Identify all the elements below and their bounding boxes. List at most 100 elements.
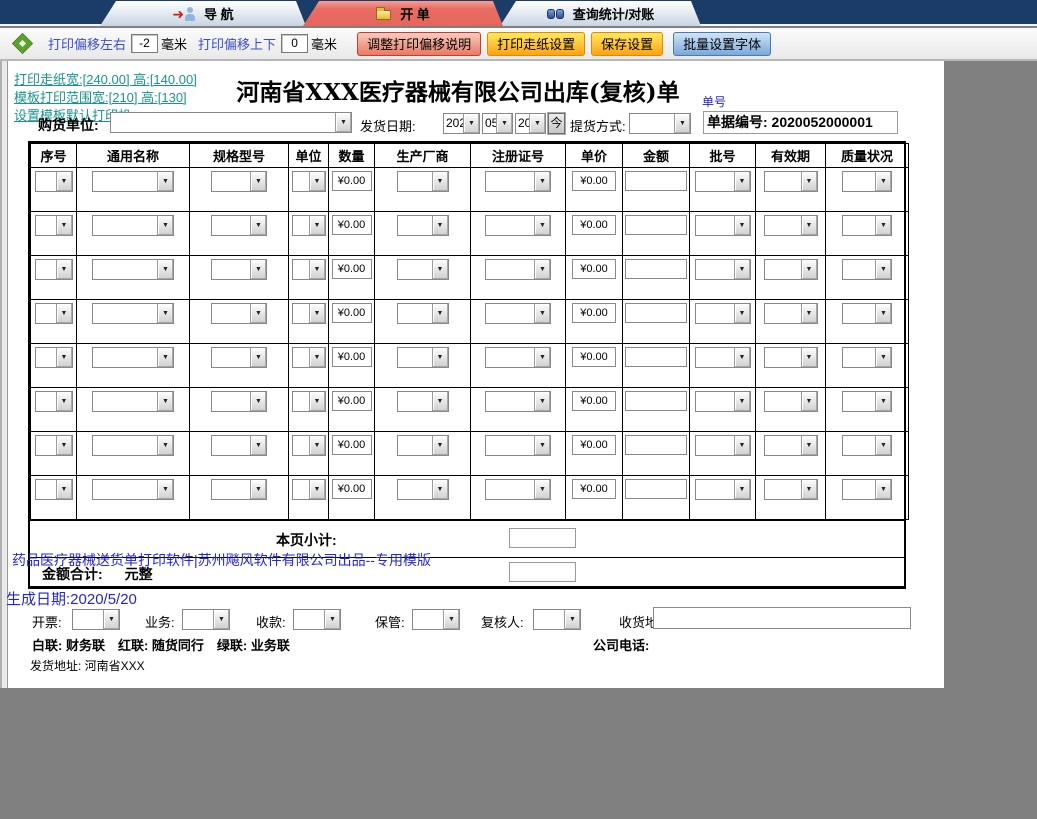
cell-combo[interactable]: ▼ [292,347,326,368]
dropdown-arrow-icon[interactable]: ▼ [875,392,891,411]
dropdown-arrow-icon[interactable]: ▼ [463,114,479,133]
dropdown-arrow-icon[interactable]: ▼ [801,260,817,279]
cell-money-input[interactable]: ¥0.00 [332,215,372,235]
cell-amount-input[interactable] [625,479,687,499]
cell-amount-input[interactable] [625,435,687,455]
cell-combo[interactable]: ▼ [695,215,751,236]
dropdown-arrow-icon[interactable]: ▼ [56,348,72,367]
dropdown-arrow-icon[interactable]: ▼ [157,260,173,279]
ship-date-year-combo[interactable]: 2020▼ [443,113,480,134]
dropdown-arrow-icon[interactable]: ▼ [250,436,266,455]
cell-combo[interactable]: ▼ [842,171,892,192]
adjust-offset-help-button[interactable]: 调整打印偏移说明 [357,32,481,56]
cell-combo[interactable]: ▼ [35,215,73,236]
tab-query-stats[interactable]: 查询统计/对账 [500,1,701,26]
dropdown-arrow-icon[interactable]: ▼ [309,172,325,191]
cell-combo[interactable]: ▼ [695,435,751,456]
delivery-method-combo[interactable]: ▼ [629,113,691,134]
cell-combo[interactable]: ▼ [485,171,551,192]
dropdown-arrow-icon[interactable]: ▼ [432,348,448,367]
cell-combo[interactable]: ▼ [842,347,892,368]
dropdown-arrow-icon[interactable]: ▼ [529,114,545,133]
cell-combo[interactable]: ▼ [397,391,449,412]
dropdown-arrow-icon[interactable]: ▼ [309,348,325,367]
cell-combo[interactable]: ▼ [764,215,818,236]
cell-combo[interactable]: ▼ [842,391,892,412]
cell-amount-input[interactable] [625,303,687,323]
cell-combo[interactable]: ▼ [292,215,326,236]
cell-money-input[interactable]: ¥0.00 [332,303,372,323]
dropdown-arrow-icon[interactable]: ▼ [734,260,750,279]
dropdown-arrow-icon[interactable]: ▼ [875,260,891,279]
dropdown-arrow-icon[interactable]: ▼ [875,436,891,455]
cell-combo[interactable]: ▼ [92,171,174,192]
cell-combo[interactable]: ▼ [695,479,751,500]
cell-money-input[interactable]: ¥0.00 [332,391,372,411]
cell-combo[interactable]: ▼ [842,435,892,456]
cell-combo[interactable]: ▼ [92,391,174,412]
cell-combo[interactable]: ▼ [397,347,449,368]
dropdown-arrow-icon[interactable]: ▼ [734,348,750,367]
reviewer-combo[interactable]: ▼ [533,609,581,630]
dropdown-arrow-icon[interactable]: ▼ [534,172,550,191]
cell-combo[interactable]: ▼ [292,391,326,412]
cell-combo[interactable]: ▼ [292,435,326,456]
dropdown-arrow-icon[interactable]: ▼ [56,436,72,455]
cell-combo[interactable]: ▼ [764,391,818,412]
cell-money-input[interactable]: ¥0.00 [332,435,372,455]
cell-combo[interactable]: ▼ [764,259,818,280]
dropdown-arrow-icon[interactable]: ▼ [309,480,325,499]
today-button[interactable]: 今 [548,113,565,134]
cell-combo[interactable]: ▼ [211,171,267,192]
dropdown-arrow-icon[interactable]: ▼ [335,113,351,132]
dropdown-arrow-icon[interactable]: ▼ [801,480,817,499]
dropdown-arrow-icon[interactable]: ▼ [432,436,448,455]
tab-create-order[interactable]: 开 单 [303,1,503,26]
cell-combo[interactable]: ▼ [211,435,267,456]
dropdown-arrow-icon[interactable]: ▼ [213,610,229,629]
dropdown-arrow-icon[interactable]: ▼ [443,610,459,629]
cell-combo[interactable]: ▼ [35,391,73,412]
dropdown-arrow-icon[interactable]: ▼ [250,480,266,499]
cell-combo[interactable]: ▼ [211,215,267,236]
dropdown-arrow-icon[interactable]: ▼ [432,392,448,411]
dropdown-arrow-icon[interactable]: ▼ [56,216,72,235]
cell-combo[interactable]: ▼ [35,171,73,192]
dropdown-arrow-icon[interactable]: ▼ [309,304,325,323]
dropdown-arrow-icon[interactable]: ▼ [250,348,266,367]
cell-money-input[interactable]: ¥0.00 [332,171,372,191]
dropdown-arrow-icon[interactable]: ▼ [534,480,550,499]
cell-combo[interactable]: ▼ [842,303,892,324]
cell-amount-input[interactable] [625,171,687,191]
dropdown-arrow-icon[interactable]: ▼ [56,260,72,279]
cell-combo[interactable]: ▼ [397,171,449,192]
dropdown-arrow-icon[interactable]: ▼ [309,436,325,455]
cell-combo[interactable]: ▼ [485,347,551,368]
dropdown-arrow-icon[interactable]: ▼ [250,172,266,191]
dropdown-arrow-icon[interactable]: ▼ [250,260,266,279]
dropdown-arrow-icon[interactable]: ▼ [875,216,891,235]
cell-money-input[interactable]: ¥0.00 [572,303,616,323]
dropdown-arrow-icon[interactable]: ▼ [734,480,750,499]
save-settings-button[interactable]: 保存设置 [591,32,663,56]
cell-combo[interactable]: ▼ [485,259,551,280]
cell-combo[interactable]: ▼ [842,215,892,236]
cell-combo[interactable]: ▼ [695,171,751,192]
cell-combo[interactable]: ▼ [842,479,892,500]
cell-combo[interactable]: ▼ [292,259,326,280]
dropdown-arrow-icon[interactable]: ▼ [157,348,173,367]
cell-money-input[interactable]: ¥0.00 [572,171,616,191]
cell-money-input[interactable]: ¥0.00 [572,215,616,235]
dropdown-arrow-icon[interactable]: ▼ [250,216,266,235]
cell-combo[interactable]: ▼ [764,303,818,324]
dropdown-arrow-icon[interactable]: ▼ [56,304,72,323]
dropdown-arrow-icon[interactable]: ▼ [250,392,266,411]
offset-ud-input[interactable]: 0 [281,34,308,53]
dropdown-arrow-icon[interactable]: ▼ [432,304,448,323]
cell-amount-input[interactable] [625,391,687,411]
cell-combo[interactable]: ▼ [211,259,267,280]
cell-combo[interactable]: ▼ [211,347,267,368]
dropdown-arrow-icon[interactable]: ▼ [56,392,72,411]
dropdown-arrow-icon[interactable]: ▼ [432,480,448,499]
cell-combo[interactable]: ▼ [211,391,267,412]
